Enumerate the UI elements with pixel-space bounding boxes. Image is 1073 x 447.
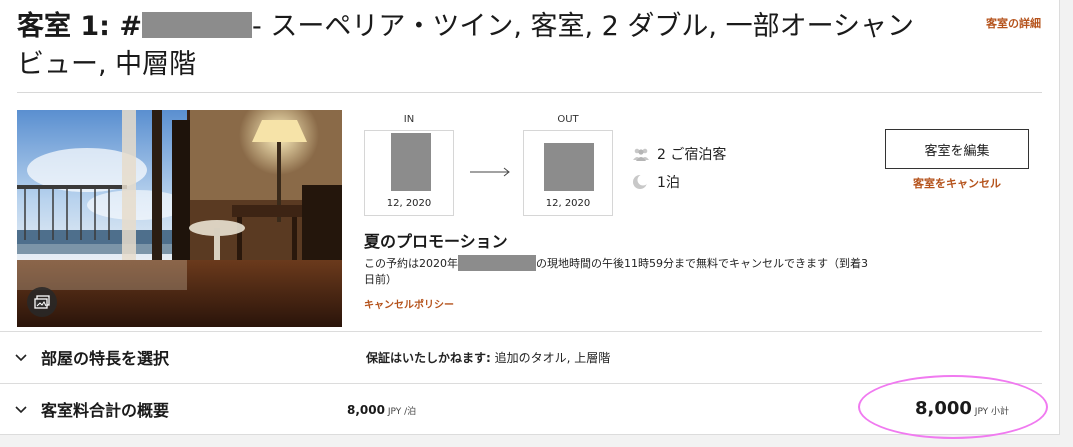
- checkin-date-box: 12, 2020: [364, 130, 454, 216]
- guarantee-info: 保証はいたしかねます: 追加のタオル, 上層階: [366, 349, 610, 366]
- gallery-icon: [34, 295, 50, 309]
- checkin-label: IN: [403, 114, 415, 125]
- checkin-year: 12, 2020: [386, 198, 432, 209]
- redacted-room-number: [142, 12, 253, 38]
- room-title: 客室 1: # - スーペリア・ツイン, 客室, 2 ダブル, 一部オーシャンビュ…: [17, 8, 917, 84]
- chevron-down-icon: [15, 354, 27, 362]
- nightly-unit: JPY /泊: [384, 407, 417, 417]
- guarantee-value: 追加のタオル, 上層階: [490, 351, 611, 365]
- guarantee-label: 保証はいたしかねます:: [366, 351, 491, 365]
- redacted-cancel-date: [458, 255, 536, 271]
- features-accordion-label: 部屋の特長を選択: [41, 349, 170, 368]
- chevron-down-icon: [15, 406, 27, 414]
- guest-count-text: 2 ご宿泊客: [657, 147, 727, 163]
- divider: [0, 331, 1042, 332]
- room-photo-image: [17, 110, 342, 327]
- room-number-prefix: 客室 1: #: [17, 11, 143, 42]
- subtotal-unit: JPY 小計: [971, 407, 1010, 417]
- room-details-link[interactable]: 客室の詳細: [986, 15, 1041, 31]
- guests-icon: [632, 147, 650, 161]
- cancellation-notice: この予約は2020年 の現地時間の午後11時59分まで無料でキャンセルできます（到…: [364, 255, 874, 288]
- arrow-right-icon: [470, 167, 510, 177]
- checkout-date: OUT 12, 2020: [523, 114, 613, 216]
- guest-count: 2 ご宿泊客: [632, 144, 726, 164]
- nightly-amount: 8,000: [347, 403, 385, 417]
- checkout-date-box: 12, 2020: [523, 130, 613, 216]
- night-count-text: 1泊: [657, 175, 680, 191]
- checkout-year: 12, 2020: [545, 198, 591, 209]
- checkout-label: OUT: [557, 114, 579, 125]
- cancellation-policy-link[interactable]: キャンセルポリシー: [364, 296, 454, 311]
- cancel-room-link[interactable]: 客室をキャンセル: [885, 175, 1029, 191]
- rate-summary-label: 客室料合計の概要: [41, 401, 170, 420]
- gallery-button[interactable]: [27, 287, 57, 317]
- room-card: 客室 1: # - スーペリア・ツイン, 客室, 2 ダブル, 一部オーシャンビュ…: [0, 0, 1060, 439]
- cancellation-notice-start: この予約は2020年: [364, 257, 458, 270]
- subtotal: 8,000 JPY 小計: [915, 398, 1009, 419]
- room-photo[interactable]: [17, 110, 342, 327]
- redacted-checkin-date: [391, 133, 431, 191]
- subtotal-amount: 8,000: [915, 398, 972, 419]
- redacted-checkout-date: [544, 143, 594, 191]
- checkin-date: IN 12, 2020: [364, 114, 454, 216]
- features-accordion[interactable]: 部屋の特長を選択: [14, 345, 169, 369]
- promo-title: 夏のプロモーション: [364, 232, 508, 251]
- edit-room-button[interactable]: 客室を編集: [885, 129, 1029, 169]
- rate-summary-accordion[interactable]: 客室料合計の概要: [14, 397, 169, 421]
- night-count: 1泊: [632, 172, 680, 192]
- divider: [17, 92, 1042, 93]
- nightly-rate: 8,000 JPY /泊: [347, 403, 416, 417]
- divider: [0, 383, 1042, 384]
- moon-icon: [632, 174, 650, 190]
